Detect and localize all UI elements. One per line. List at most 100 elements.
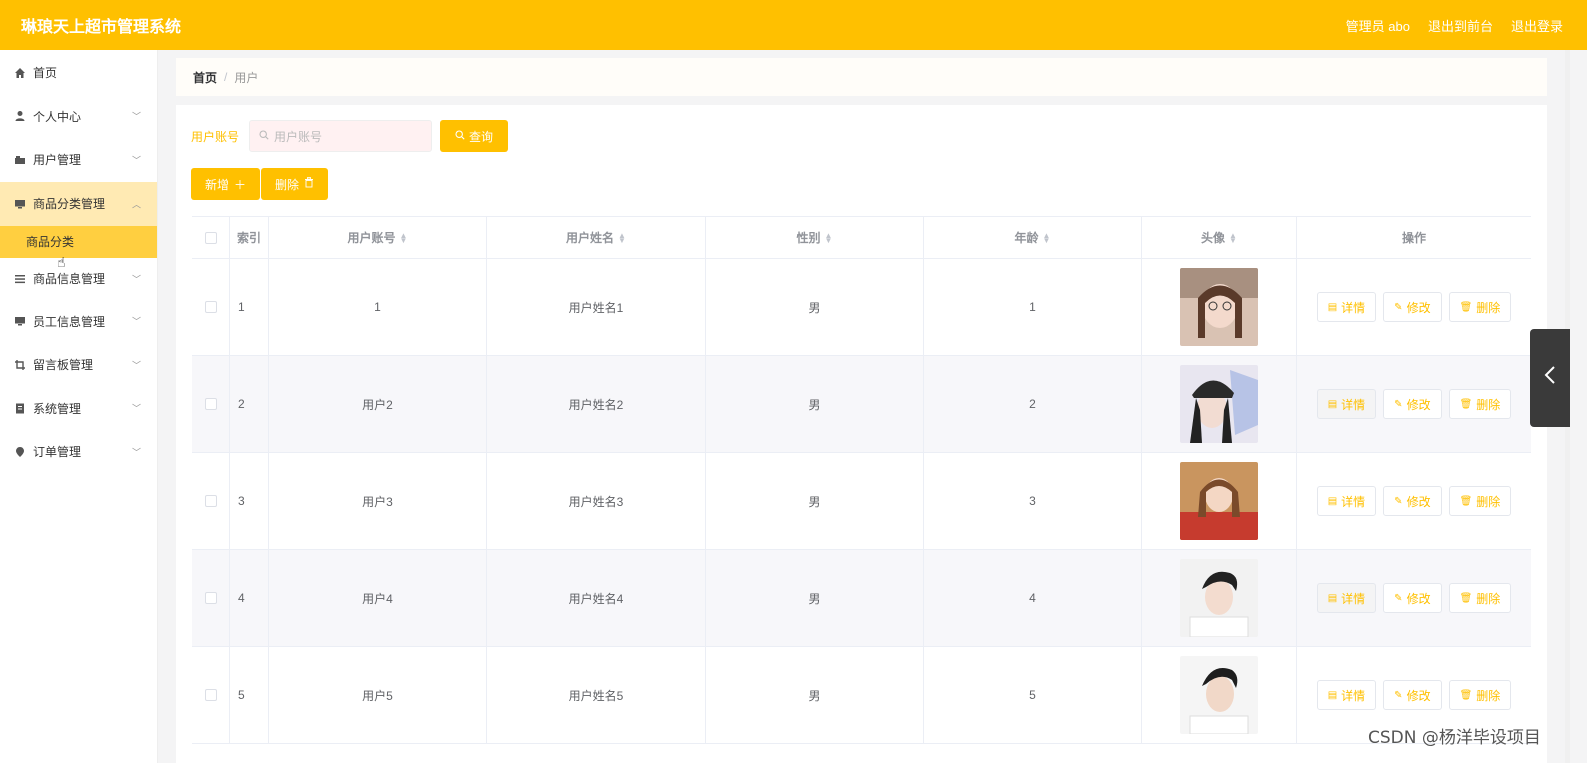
detail-label: 详情 <box>1341 300 1366 315</box>
person-icon <box>14 110 26 122</box>
cell-index: 1 <box>230 259 269 355</box>
delete-button[interactable]: 🗑 删除 <box>1448 389 1512 419</box>
search-row: 用户账号 用户账号 查询 <box>191 120 509 152</box>
logout-link[interactable]: 退出登录 <box>1511 16 1563 35</box>
pencil-icon: ✎ <box>1394 689 1403 701</box>
table-header: 索引 用户账号 ▲ ▼ 用户姓名 ▲ ▼ 性别 ▲ ▼ 年龄 ▲ ▼ 头像 ▲ ▼ 操作 <box>192 217 1531 259</box>
edit-button[interactable]: ✎ 修改 <box>1383 583 1442 613</box>
pencil-icon: ✎ <box>1394 592 1403 604</box>
col-gender[interactable]: 性别 ▲ ▼ <box>706 217 924 258</box>
pencil-icon: ✎ <box>1394 398 1403 410</box>
pin-icon <box>14 446 26 458</box>
document-icon: ▤ <box>1327 398 1338 410</box>
col-account[interactable]: 用户账号 ▲ ▼ <box>269 217 487 258</box>
avatar <box>1180 559 1258 637</box>
edit-button[interactable]: ✎ 修改 <box>1383 389 1442 419</box>
chevron-down-icon: ﹀ <box>131 111 141 122</box>
col-label: 用户姓名 <box>566 231 615 245</box>
sort-icon: ▲ ▼ <box>618 230 626 245</box>
sidebar: 首页 个人中心 ﹀ 用户管理 ﹀ 商品分类管理 ︿ 商品分类 商品信息管理 ﹀ <box>0 50 158 763</box>
row-checkbox[interactable] <box>204 495 217 507</box>
list-icon <box>14 273 26 285</box>
sidebar-item-label: 系统管理 <box>33 401 82 416</box>
row-checkbox[interactable] <box>204 301 217 313</box>
cell-gender: 男 <box>706 259 924 355</box>
users-icon <box>14 154 26 166</box>
detail-button[interactable]: ▤ 详情 <box>1316 680 1377 710</box>
trash-icon: 🗑 <box>1459 689 1473 701</box>
table-row: 1 1 用户姓名1 男 1 ▤ 详情 ✎ 修改 🗑 删除 <box>192 259 1531 356</box>
col-avatar[interactable]: 头像 ▲ ▼ <box>1142 217 1297 258</box>
detail-button[interactable]: ▤ 详情 <box>1316 486 1377 516</box>
to-front-link[interactable]: 退出到前台 <box>1428 16 1493 35</box>
row-select-cell <box>192 550 230 646</box>
detail-label: 详情 <box>1341 688 1366 703</box>
trash-icon: 🗑 <box>1459 592 1473 604</box>
side-panel-toggle[interactable] <box>1530 329 1570 427</box>
row-checkbox[interactable] <box>204 689 217 701</box>
sidebar-subitem-category[interactable]: 商品分类 <box>0 225 157 258</box>
row-checkbox[interactable] <box>204 398 217 410</box>
avatar <box>1180 462 1258 540</box>
delete-button[interactable]: 🗑 删除 <box>1448 583 1512 613</box>
select-all-checkbox[interactable] <box>204 231 217 244</box>
sidebar-item-category-management[interactable]: 商品分类管理 ︿ <box>0 181 157 226</box>
breadcrumb: 首页 / 用户 <box>176 58 1547 96</box>
delete-button[interactable]: 🗑 删除 <box>1448 680 1512 710</box>
delete-label: 删除 <box>1476 397 1501 412</box>
cell-name: 用户姓名3 <box>487 453 706 549</box>
edit-button[interactable]: ✎ 修改 <box>1383 486 1442 516</box>
delete-button[interactable]: 🗑 删除 <box>1448 486 1512 516</box>
col-age[interactable]: 年龄 ▲ ▼ <box>924 217 1142 258</box>
col-name[interactable]: 用户姓名 ▲ ▼ <box>487 217 706 258</box>
watermark: CSDN @杨洋毕设项目 <box>1368 728 1541 748</box>
delete-button[interactable]: 🗑 删除 <box>1448 292 1512 322</box>
plus-icon: ＋ <box>234 177 247 192</box>
edit-button[interactable]: ✎ 修改 <box>1383 292 1442 322</box>
edit-button[interactable]: ✎ 修改 <box>1383 680 1442 710</box>
sidebar-item-home[interactable]: 首页 <box>0 51 157 95</box>
delete-label: 删除 <box>1476 591 1501 606</box>
row-select-cell <box>192 259 230 355</box>
sidebar-item-staff-info[interactable]: 员工信息管理 ﹀ <box>0 300 157 344</box>
sidebar-item-personal-center[interactable]: 个人中心 ﹀ <box>0 95 157 139</box>
sidebar-item-orders[interactable]: 订单管理 ﹀ <box>0 430 157 474</box>
table-row: 3 用户3 用户姓名3 男 3 ▤ 详情 ✎ 修改 🗑 删除 <box>192 453 1531 550</box>
search-input[interactable]: 用户账号 <box>249 120 433 152</box>
sidebar-item-message-board[interactable]: 留言板管理 ﹀ <box>0 343 157 387</box>
add-button-label: 新增 <box>205 177 230 192</box>
detail-button[interactable]: ▤ 详情 <box>1316 389 1377 419</box>
monitor-icon <box>14 198 26 210</box>
query-button[interactable]: 查询 <box>440 120 509 152</box>
sidebar-item-label: 首页 <box>33 66 58 81</box>
cell-account: 用户2 <box>269 356 487 452</box>
edit-label: 修改 <box>1406 591 1431 606</box>
batch-delete-button[interactable]: 删除 <box>261 168 329 200</box>
delete-label: 删除 <box>1476 300 1501 315</box>
sidebar-item-label: 商品分类管理 <box>33 197 106 211</box>
hand-cursor-icon: ☝ <box>57 254 66 270</box>
users-table: 索引 用户账号 ▲ ▼ 用户姓名 ▲ ▼ 性别 ▲ ▼ 年龄 ▲ ▼ 头像 ▲ ▼ 操作 1 1 用… <box>192 216 1531 744</box>
monitor-icon <box>14 315 26 327</box>
breadcrumb-home[interactable]: 首页 <box>193 69 217 86</box>
home-icon <box>14 67 26 79</box>
sidebar-item-system[interactable]: 系统管理 ﹀ <box>0 387 157 431</box>
search-icon <box>455 129 465 143</box>
chevron-down-icon: ﹀ <box>131 360 141 371</box>
cell-index: 5 <box>230 647 269 743</box>
detail-button[interactable]: ▤ 详情 <box>1316 583 1377 613</box>
sidebar-item-product-info[interactable]: 商品信息管理 ﹀ <box>0 258 157 300</box>
current-user: 管理员 abo <box>1345 18 1410 34</box>
sort-icon: ▲ ▼ <box>1229 230 1237 245</box>
col-label: 性别 <box>796 231 821 245</box>
cell-name: 用户姓名5 <box>487 647 706 743</box>
trash-icon: 🗑 <box>1459 398 1473 410</box>
col-label: 头像 <box>1201 231 1226 245</box>
row-checkbox[interactable] <box>204 592 217 604</box>
chevron-down-icon: ﹀ <box>131 274 141 284</box>
chevron-left-icon <box>1544 365 1556 391</box>
sidebar-item-user-management[interactable]: 用户管理 ﹀ <box>0 138 157 182</box>
add-button[interactable]: 新增 ＋ <box>191 168 261 200</box>
detail-button[interactable]: ▤ 详情 <box>1316 292 1377 322</box>
cell-index: 4 <box>230 550 269 646</box>
